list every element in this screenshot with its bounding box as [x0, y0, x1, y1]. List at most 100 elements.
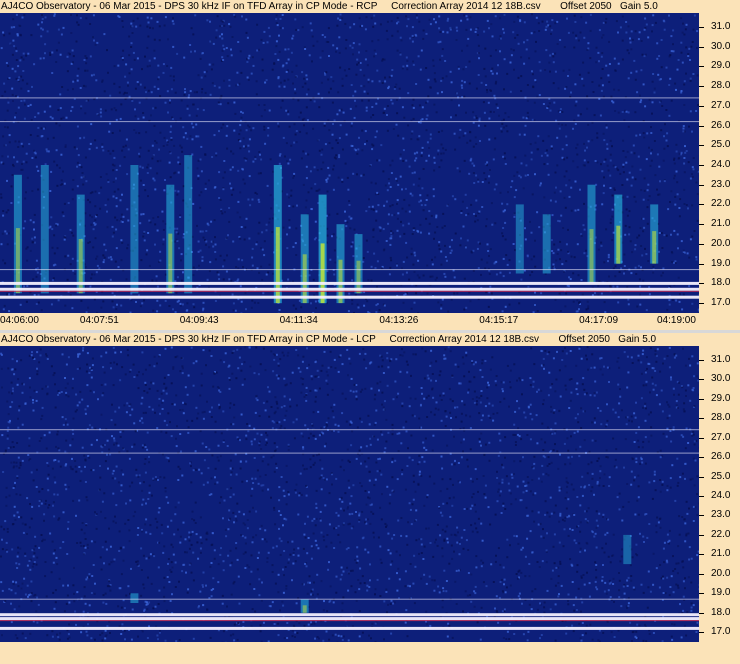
y-tick-mark	[699, 263, 704, 265]
y-tick-label: 25.0	[711, 139, 731, 151]
y-tick-label: 21.0	[711, 218, 731, 230]
radio-burst	[515, 204, 524, 274]
radio-burst	[40, 165, 49, 294]
interference-line	[0, 598, 699, 600]
y-tick-label: 17.0	[711, 297, 731, 309]
interference-line	[0, 617, 699, 621]
y-tick-mark	[699, 283, 704, 285]
y-tick-label: 19.0	[711, 257, 731, 269]
interference-line	[0, 121, 699, 123]
y-tick-label: 29.0	[711, 60, 731, 72]
y-tick-label: 18.0	[711, 606, 731, 618]
rcp-frequency-axis: 31.0 30.0 29.0 28.0 27.0 26.0 25.0 24.0 23.0 22.0…	[699, 13, 740, 313]
y-tick-mark	[699, 437, 704, 439]
interference-line	[0, 269, 699, 271]
interference-line	[0, 295, 699, 299]
y-tick-mark	[699, 476, 704, 478]
y-tick-label: 22.0	[711, 198, 731, 210]
x-tick-label: 04:09:43	[179, 315, 219, 326]
radio-burst	[130, 165, 139, 294]
x-tick-label: 04:17:09	[579, 315, 619, 326]
y-tick-label: 26.0	[711, 119, 731, 131]
y-tick-mark	[699, 204, 704, 206]
y-tick-mark	[699, 243, 704, 245]
y-tick-label: 23.0	[711, 509, 731, 521]
radio-burst	[184, 155, 193, 294]
y-tick-label: 30.0	[711, 373, 731, 385]
y-tick-label: 18.0	[711, 277, 731, 289]
interference-line	[0, 287, 699, 291]
y-tick-mark	[699, 145, 704, 147]
interference-line	[0, 429, 699, 431]
y-tick-mark	[699, 495, 704, 497]
x-tick-label: 04:11:34	[279, 315, 318, 326]
x-tick-label: 04:15:17	[479, 315, 519, 326]
radio-burst	[318, 194, 327, 304]
y-tick-mark	[699, 224, 704, 226]
lcp-spectrogram	[0, 346, 699, 642]
interference-line	[0, 281, 699, 285]
y-tick-mark	[699, 359, 704, 361]
y-tick-mark	[699, 26, 704, 28]
y-tick-label: 31.0	[711, 20, 731, 32]
x-tick-label: 04:06:00	[0, 315, 39, 326]
interference-line	[0, 97, 699, 99]
y-tick-mark	[699, 554, 704, 556]
y-tick-mark	[699, 573, 704, 575]
y-tick-mark	[699, 105, 704, 107]
y-tick-label: 28.0	[711, 80, 731, 91]
y-tick-label: 31.0	[711, 353, 731, 365]
y-tick-mark	[699, 303, 704, 305]
y-tick-label: 17.0	[711, 626, 731, 638]
spectrogram-canvas	[0, 13, 699, 313]
y-tick-label: 19.0	[711, 587, 731, 599]
y-tick-label: 27.0	[711, 99, 731, 111]
y-tick-label: 30.0	[711, 40, 731, 52]
radio-burst	[130, 593, 139, 603]
y-tick-mark	[699, 184, 704, 186]
x-tick-label: 04:07:51	[79, 315, 119, 326]
interference-line	[0, 613, 699, 617]
x-tick-label: 04:13:26	[379, 315, 419, 326]
y-tick-mark	[699, 534, 704, 536]
y-tick-label: 23.0	[711, 178, 731, 190]
radio-burst	[587, 184, 596, 284]
y-tick-mark	[699, 46, 704, 48]
y-tick-mark	[699, 165, 704, 166]
y-tick-mark	[699, 515, 704, 517]
radio-burst	[542, 214, 551, 274]
noise-texture	[0, 346, 699, 642]
y-tick-label: 20.0	[711, 237, 731, 249]
interference-line-red	[0, 290, 699, 292]
radio-burst	[300, 599, 309, 613]
y-tick-label: 27.0	[711, 431, 731, 443]
rcp-panel-title: AJ4CO Observatory - 06 Mar 2015 - DPS 30…	[1, 0, 740, 13]
y-tick-label: 24.0	[711, 159, 731, 170]
y-tick-mark	[699, 398, 704, 400]
y-tick-label: 25.0	[711, 470, 731, 482]
interference-line-red	[0, 620, 699, 622]
y-tick-label: 22.0	[711, 528, 731, 540]
radio-burst	[650, 204, 659, 264]
lcp-frequency-axis: 31.0 30.0 29.0 28.0 27.0 26.0 25.0 24.0 23.0 22.0…	[699, 346, 740, 642]
y-tick-mark	[699, 125, 704, 127]
y-tick-label: 26.0	[711, 451, 731, 462]
y-tick-label: 20.0	[711, 567, 731, 579]
radio-burst	[614, 194, 623, 264]
spectrogram-canvas	[0, 346, 699, 642]
x-tick-label: 04:19:00	[657, 315, 696, 326]
radio-burst	[166, 184, 175, 294]
y-tick-label: 24.0	[711, 489, 731, 501]
interference-line	[0, 626, 699, 630]
radio-burst	[76, 194, 85, 294]
radio-burst	[623, 534, 632, 565]
rcp-spectrogram	[0, 13, 699, 313]
y-tick-label: 29.0	[711, 392, 731, 404]
y-tick-mark	[699, 612, 704, 614]
y-tick-mark	[699, 86, 704, 87]
y-tick-mark	[699, 632, 704, 634]
y-tick-label: 28.0	[711, 412, 731, 424]
y-tick-mark	[699, 66, 704, 68]
y-tick-mark	[699, 379, 704, 381]
time-axis: 04:06:00 04:07:51 04:09:43 04:11:34 04:13:26…	[0, 314, 699, 329]
